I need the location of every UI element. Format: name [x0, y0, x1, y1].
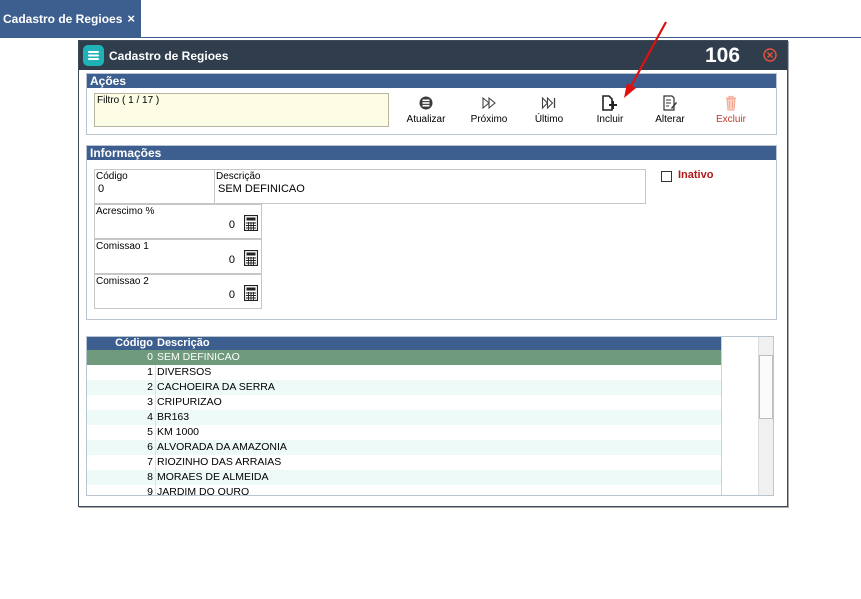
cell-codigo: 9 [147, 486, 153, 496]
table-row[interactable]: 4 BR163 [87, 410, 721, 425]
scrollbar-thumb[interactable] [759, 355, 773, 419]
table-row[interactable]: 5 KM 1000 [87, 425, 721, 440]
codigo-value: 0 [98, 183, 105, 195]
cell-codigo: 8 [147, 471, 153, 483]
descricao-value: SEM DEFINICAO [218, 183, 305, 195]
table-row[interactable]: 0 SEM DEFINICAO [87, 350, 721, 365]
incluir-label: Incluir [596, 114, 624, 125]
calculator-icon[interactable] [244, 285, 258, 301]
cell-descricao: KM 1000 [157, 426, 200, 438]
cadastro-window: Cadastro de Regioes 106 Ações Filtro ( 1… [78, 40, 788, 507]
next-icon [482, 96, 496, 110]
comissao1-field[interactable]: Comissao 1 0 [94, 239, 262, 274]
tab-close-icon[interactable]: × [127, 11, 135, 26]
window-number: 106 [705, 44, 741, 67]
cell-descricao: JARDIM DO OURO [157, 486, 250, 496]
cell-descricao: SEM DEFINICAO [157, 351, 240, 363]
excluir-button[interactable]: Excluir [705, 95, 757, 125]
cell-descricao: BR163 [157, 411, 190, 423]
cell-codigo: 4 [147, 411, 153, 423]
grid-scroll-area [721, 337, 773, 495]
codigo-field[interactable]: Código 0 [94, 169, 215, 204]
cell-descricao: ALVORADA DA AMAZONIA [157, 441, 287, 453]
alterar-label: Alterar [655, 114, 685, 125]
comissao2-field[interactable]: Comissao 2 0 [94, 274, 262, 309]
codigo-label: Código [96, 171, 128, 182]
acrescimo-value: 0 [228, 219, 235, 231]
atualizar-label: Atualizar [406, 114, 446, 125]
cell-descricao: DIVERSOS [157, 366, 212, 378]
acoes-header: Ações [87, 74, 776, 88]
filter-label: Filtro ( 1 / 17 ) [97, 95, 160, 106]
cell-separator [155, 425, 156, 440]
informacoes-panel: Informações Código 0 Descrição SEM DEFIN… [86, 145, 777, 320]
trash-icon [726, 95, 736, 111]
cell-descricao: RIOZINHO DAS ARRAIAS [157, 456, 282, 468]
add-document-icon [602, 95, 617, 111]
table-row[interactable]: 8 MORAES DE ALMEIDA [87, 470, 721, 485]
acrescimo-field[interactable]: Acrescimo % 0 [94, 204, 262, 239]
table-row[interactable]: 7 RIOZINHO DAS ARRAIAS [87, 455, 721, 470]
cell-codigo: 7 [147, 456, 153, 468]
edit-icon [663, 95, 677, 111]
acrescimo-label: Acrescimo % [96, 206, 155, 217]
table-row[interactable]: 3 CRIPURIZAO [87, 395, 721, 410]
tab-label: Cadastro de Regioes [3, 12, 123, 26]
cell-codigo: 0 [147, 351, 153, 363]
excluir-label: Excluir [715, 114, 746, 125]
atualizar-button[interactable]: Atualizar [400, 95, 452, 125]
cell-codigo: 5 [147, 426, 153, 438]
incluir-button[interactable]: Incluir [584, 95, 636, 125]
ultimo-button[interactable]: Último [523, 95, 575, 125]
cell-separator [155, 485, 156, 495]
regioes-grid: Código Descrição 0 SEM DEFINICAO 1 DIVER… [86, 336, 774, 496]
alterar-button[interactable]: Alterar [644, 95, 696, 125]
table-row[interactable]: 6 ALVORADA DA AMAZONIA [87, 440, 721, 455]
window-title: Cadastro de Regioes [109, 49, 229, 63]
tab-cadastro-de-regioes[interactable]: Cadastro de Regioes × [0, 0, 141, 38]
cell-separator [155, 410, 156, 425]
column-header-descricao[interactable]: Descrição [157, 337, 210, 349]
descricao-label: Descrição [216, 171, 261, 182]
comissao2-value: 0 [228, 289, 235, 301]
cell-descricao: MORAES DE ALMEIDA [157, 471, 269, 483]
last-icon [541, 96, 556, 110]
cell-separator [155, 470, 156, 485]
cell-codigo: 6 [147, 441, 153, 453]
refresh-icon [419, 96, 433, 110]
cell-separator [155, 365, 156, 380]
cell-codigo: 3 [147, 396, 153, 408]
tab-divider [141, 37, 861, 38]
app-logo-icon [83, 45, 104, 66]
ultimo-label: Último [534, 114, 564, 125]
comissao2-label: Comissao 2 [96, 276, 149, 287]
cell-codigo: 2 [147, 381, 153, 393]
cell-separator [155, 455, 156, 470]
inativo-label: Inativo [678, 169, 714, 181]
window-titlebar: Cadastro de Regioes 106 [79, 41, 787, 70]
column-header-codigo[interactable]: Código [87, 337, 153, 349]
calculator-icon[interactable] [244, 250, 258, 266]
comissao1-label: Comissao 1 [96, 241, 149, 252]
table-row[interactable]: 1 DIVERSOS [87, 365, 721, 380]
table-row[interactable]: 9 JARDIM DO OURO [87, 485, 721, 496]
table-row[interactable]: 2 CACHOEIRA DA SERRA [87, 380, 721, 395]
proximo-button[interactable]: Próximo [463, 95, 515, 125]
cell-separator [155, 395, 156, 410]
proximo-label: Próximo [470, 114, 508, 125]
window-close-icon[interactable] [763, 48, 777, 62]
informacoes-header: Informações [87, 146, 776, 160]
filter-box[interactable]: Filtro ( 1 / 17 ) [94, 93, 389, 127]
calculator-icon[interactable] [244, 215, 258, 231]
comissao1-value: 0 [228, 254, 235, 266]
inativo-checkbox[interactable] [661, 171, 672, 182]
cell-separator [155, 380, 156, 395]
cell-descricao: CRIPURIZAO [157, 396, 222, 408]
cell-separator [155, 440, 156, 455]
acoes-panel: Ações Filtro ( 1 / 17 ) Atualizar Próxim… [86, 73, 777, 135]
cell-descricao: CACHOEIRA DA SERRA [157, 381, 275, 393]
descricao-field[interactable]: Descrição SEM DEFINICAO [214, 169, 646, 204]
cell-codigo: 1 [147, 366, 153, 378]
grid-header: Código Descrição [87, 337, 721, 350]
